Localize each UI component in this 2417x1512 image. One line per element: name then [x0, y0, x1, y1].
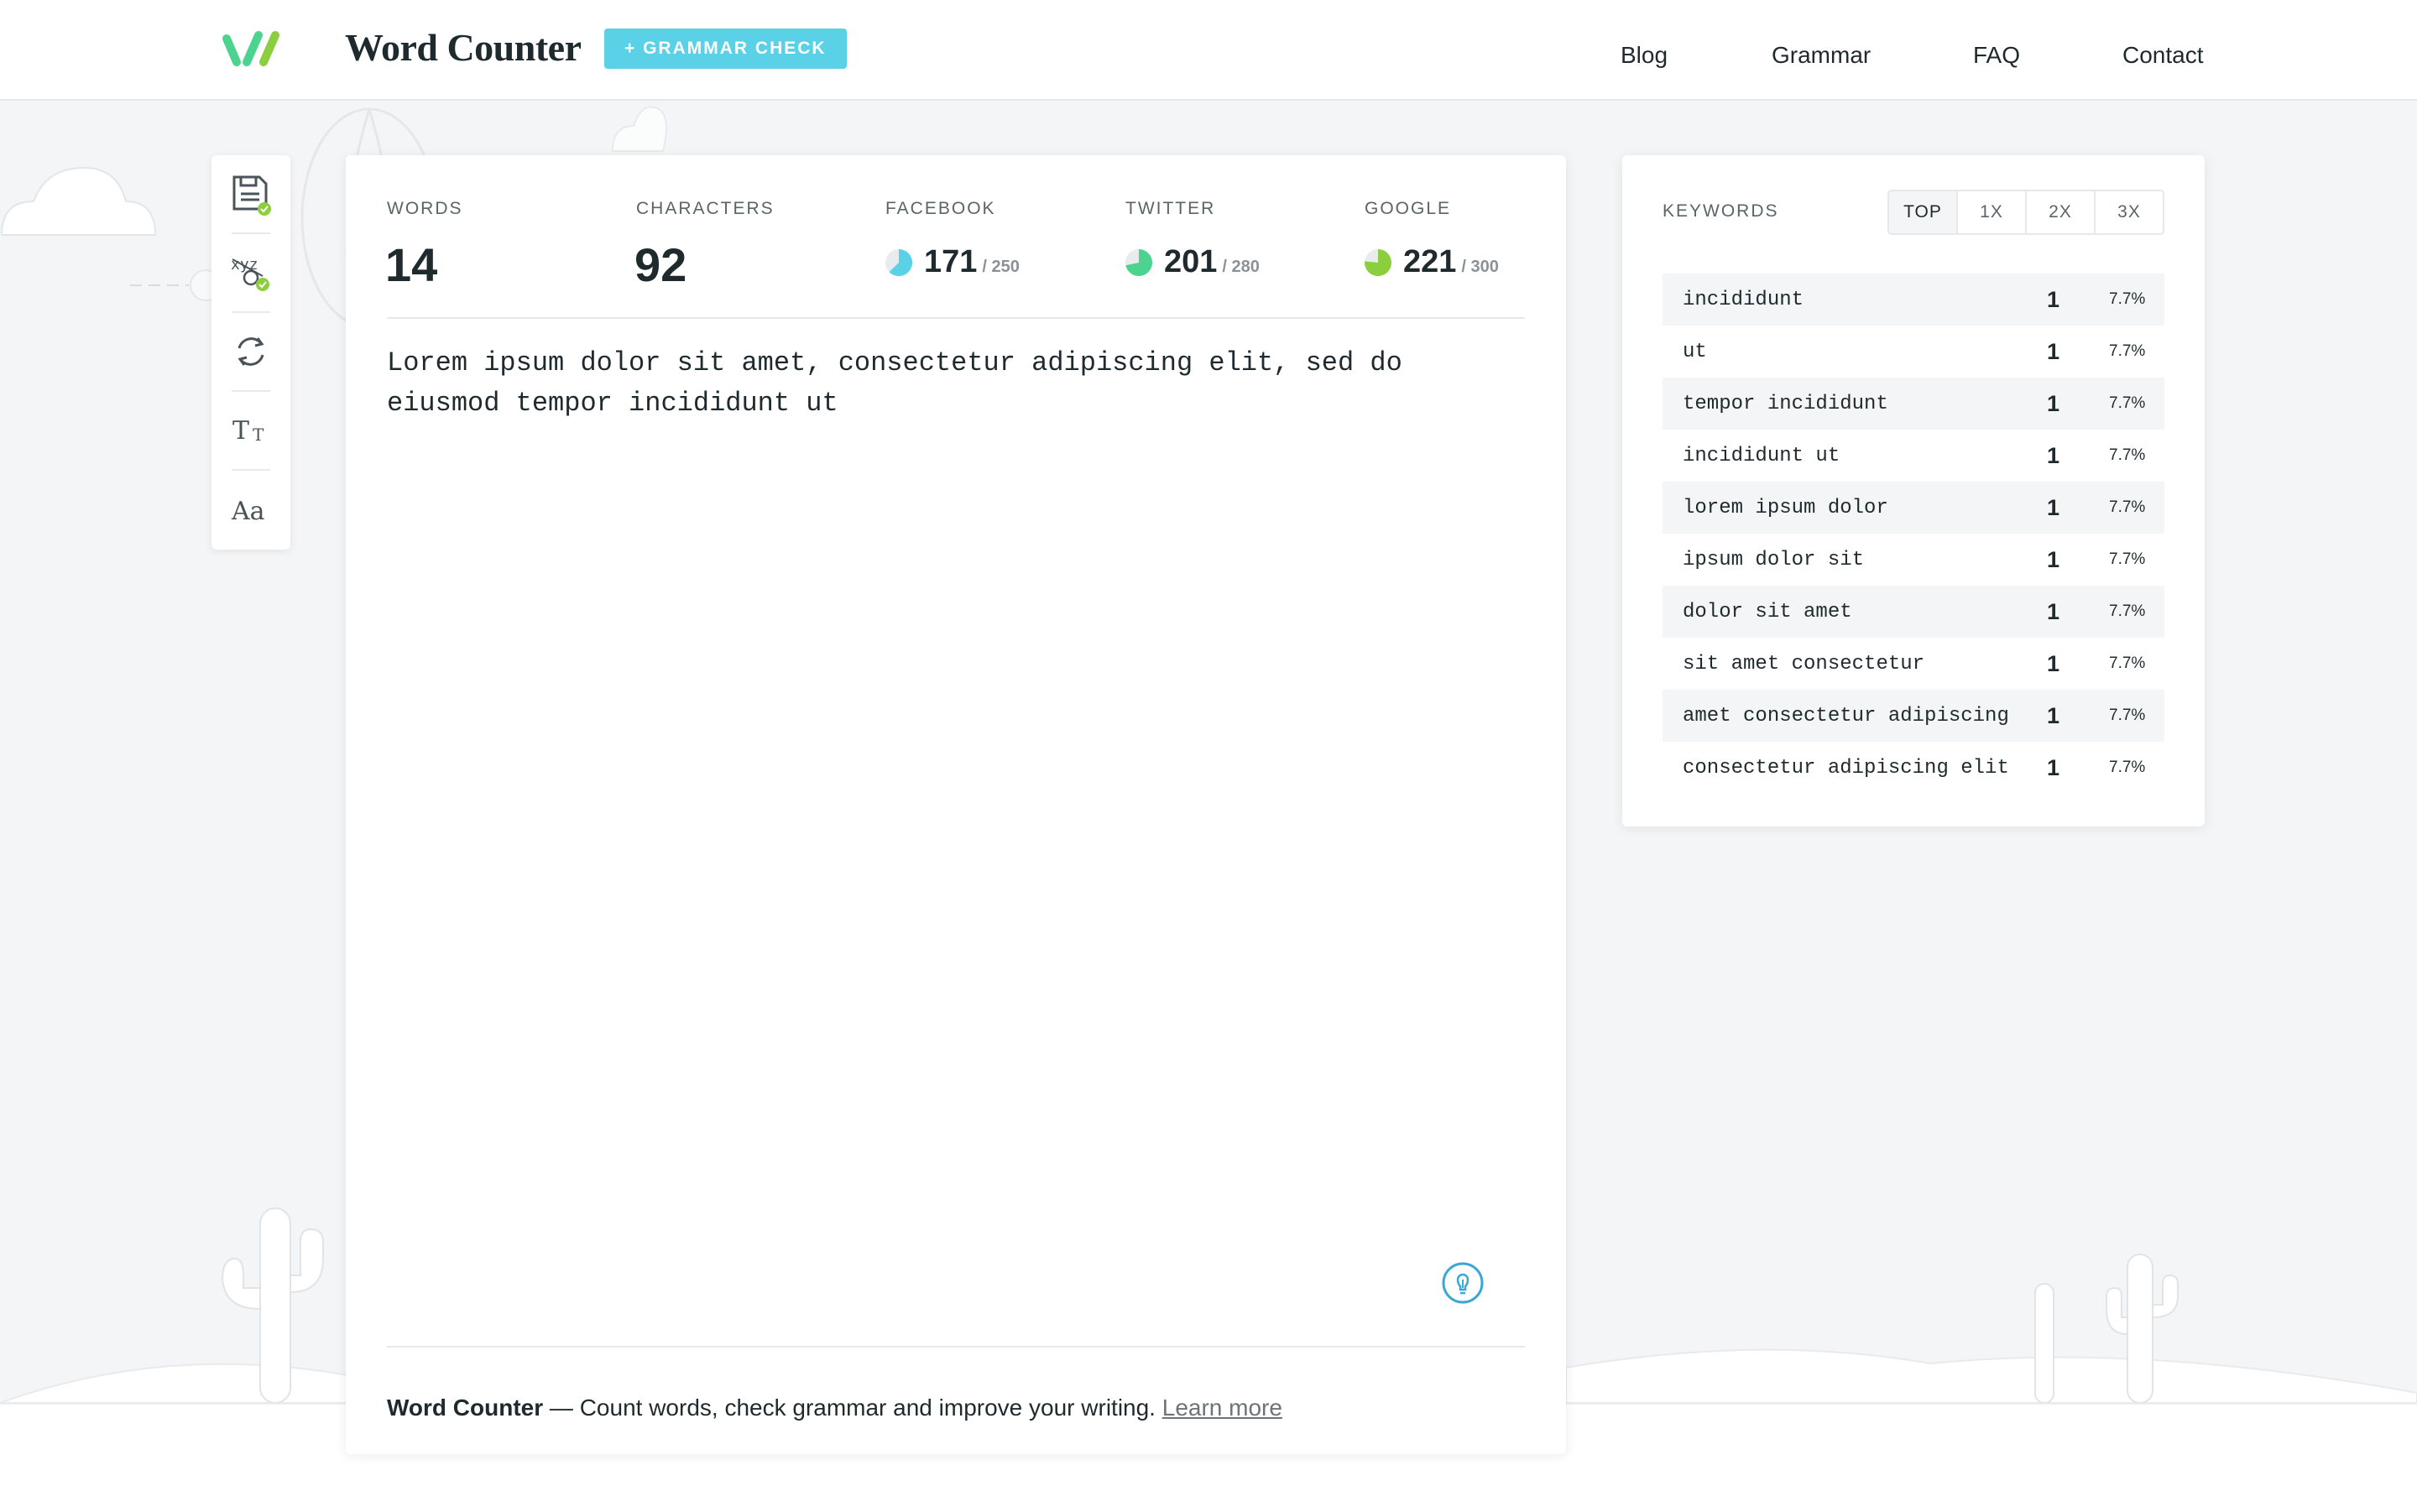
facebook-count: 171 — [924, 244, 978, 279]
keyword-percent: 7.7% — [2109, 550, 2146, 568]
keyword-row: ut 1 7.7% — [1663, 326, 2164, 378]
keyword-text: amet consectetur adipiscing — [1683, 704, 2009, 727]
keyword-row: dolor sit amet 1 7.7% — [1663, 586, 2164, 638]
keyword-percent: 7.7% — [2109, 759, 2146, 776]
keyword-text: consectetur adipiscing elit — [1683, 756, 2009, 779]
keywords-panel: KEYWORDS TOP 1X 2X 3X incididunt 1 7.7% … — [1622, 155, 2205, 826]
grammar-check-button[interactable]: + GRAMMAR CHECK — [604, 29, 847, 69]
keyword-text: ipsum dolor sit — [1683, 548, 1865, 571]
font-icon: Aa — [231, 497, 265, 526]
learn-more-link[interactable]: Learn more — [1162, 1395, 1282, 1421]
facebook-label: FACEBOOK — [885, 199, 996, 218]
font-button[interactable]: Aa — [211, 471, 290, 548]
keyword-tabs: TOP 1X 2X 3X — [1887, 190, 2164, 235]
tool-rail: xyz T T Aa — [211, 155, 290, 550]
keyword-count: 1 — [2047, 598, 2060, 624]
keyword-percent: 7.7% — [2109, 706, 2146, 724]
tab-1x[interactable]: 1X — [1958, 191, 2027, 233]
words-label: WORDS — [387, 199, 463, 218]
footer-brand: Word Counter — [387, 1395, 544, 1421]
keyword-count: 1 — [2047, 650, 2060, 676]
words-count: 14 — [385, 238, 438, 291]
keyword-count: 1 — [2047, 702, 2060, 728]
facebook-stat: 171 / 250 — [885, 244, 1020, 280]
keyword-count: 1 — [2047, 494, 2060, 520]
tab-3x[interactable]: 3X — [2096, 191, 2163, 233]
nav-faq[interactable]: FAQ — [1973, 42, 2020, 69]
facebook-progress-icon — [885, 248, 912, 276]
stats-divider — [387, 317, 1525, 319]
keyword-count: 1 — [2047, 390, 2060, 416]
keyword-percent: 7.7% — [2109, 446, 2146, 464]
keyword-row: sit amet consectetur 1 7.7% — [1663, 638, 2164, 690]
keyword-count: 1 — [2047, 442, 2060, 468]
twitter-stat: 201 / 280 — [1125, 244, 1260, 280]
footer-divider — [387, 1346, 1525, 1348]
google-stat: 221 / 300 — [1365, 244, 1499, 280]
twitter-max: / 280 — [1222, 258, 1260, 276]
keyword-text: dolor sit amet — [1683, 600, 1852, 623]
keyword-row: consectetur adipiscing elit 1 7.7% — [1663, 742, 2164, 794]
google-progress-icon — [1365, 248, 1391, 276]
text-size-icon: T T — [232, 416, 264, 446]
text-size-button[interactable]: T T — [211, 392, 290, 469]
svg-text:Aa: Aa — [231, 497, 265, 526]
keyword-row: incididunt ut 1 7.7% — [1663, 430, 2164, 482]
google-label: GOOGLE — [1365, 199, 1452, 218]
characters-count: 92 — [634, 238, 687, 291]
keyword-percent: 7.7% — [2109, 342, 2146, 360]
keyword-count: 1 — [2047, 546, 2060, 572]
characters-label: CHARACTERS — [636, 199, 775, 218]
keyword-percent: 7.7% — [2109, 290, 2146, 308]
spellcheck-button[interactable]: xyz — [211, 234, 290, 311]
svg-text:T: T — [253, 425, 264, 445]
tab-top[interactable]: TOP — [1889, 191, 1958, 233]
keyword-count: 1 — [2047, 754, 2060, 780]
keyword-text: incididunt — [1683, 288, 1804, 311]
keyword-text: tempor incididunt — [1683, 392, 1888, 415]
footer-text: — Count words, check grammar and improve… — [543, 1395, 1162, 1421]
keyword-row: ipsum dolor sit 1 7.7% — [1663, 534, 2164, 586]
keyword-text: incididunt ut — [1683, 444, 1840, 467]
keywords-title: KEYWORDS — [1663, 201, 1779, 221]
keyword-percent: 7.7% — [2109, 602, 2146, 620]
logo-icon[interactable] — [220, 29, 282, 70]
twitter-progress-icon — [1125, 248, 1152, 276]
nav-grammar[interactable]: Grammar — [1772, 42, 1871, 69]
google-count: 221 — [1403, 244, 1457, 279]
save-icon — [232, 175, 271, 216]
keyword-count: 1 — [2047, 286, 2060, 312]
keyword-row: lorem ipsum dolor 1 7.7% — [1663, 482, 2164, 534]
google-max: / 300 — [1461, 258, 1499, 276]
footer-tagline: Word Counter — Count words, check gramma… — [387, 1395, 1282, 1421]
save-button[interactable] — [211, 155, 290, 232]
keyword-list: incididunt 1 7.7% ut 1 7.7% tempor incid… — [1663, 274, 2164, 794]
keyword-row: amet consectetur adipiscing 1 7.7% — [1663, 690, 2164, 742]
keyword-text: lorem ipsum dolor — [1683, 496, 1888, 519]
top-header: Word Counter + GRAMMAR CHECK Blog Gramma… — [0, 0, 2417, 101]
keyword-percent: 7.7% — [2109, 498, 2146, 516]
refresh-button[interactable] — [211, 313, 290, 390]
keyword-row: tempor incididunt 1 7.7% — [1663, 378, 2164, 430]
keyword-row: incididunt 1 7.7% — [1663, 274, 2164, 326]
tab-2x[interactable]: 2X — [2027, 191, 2096, 233]
refresh-icon — [238, 337, 264, 366]
twitter-count: 201 — [1164, 244, 1218, 279]
text-editor[interactable]: Lorem ipsum dolor sit amet, consectetur … — [387, 343, 1503, 1199]
brand-title[interactable]: Word Counter — [345, 25, 582, 70]
nav-blog[interactable]: Blog — [1621, 42, 1668, 69]
keyword-percent: 7.7% — [2109, 394, 2146, 412]
keyword-text: sit amet consectetur — [1683, 652, 1925, 675]
svg-text:T: T — [232, 416, 249, 446]
spellcheck-icon: xyz — [231, 256, 269, 291]
editor-card: WORDS 14 CHARACTERS 92 FACEBOOK 171 / 25… — [346, 155, 1566, 1454]
facebook-max: / 250 — [982, 258, 1020, 276]
keyword-percent: 7.7% — [2109, 654, 2146, 672]
lightbulb-icon[interactable] — [1441, 1261, 1485, 1305]
keyword-text: ut — [1683, 340, 1707, 363]
twitter-label: TWITTER — [1125, 199, 1216, 218]
nav-contact[interactable]: Contact — [2122, 42, 2204, 69]
keyword-count: 1 — [2047, 338, 2060, 364]
